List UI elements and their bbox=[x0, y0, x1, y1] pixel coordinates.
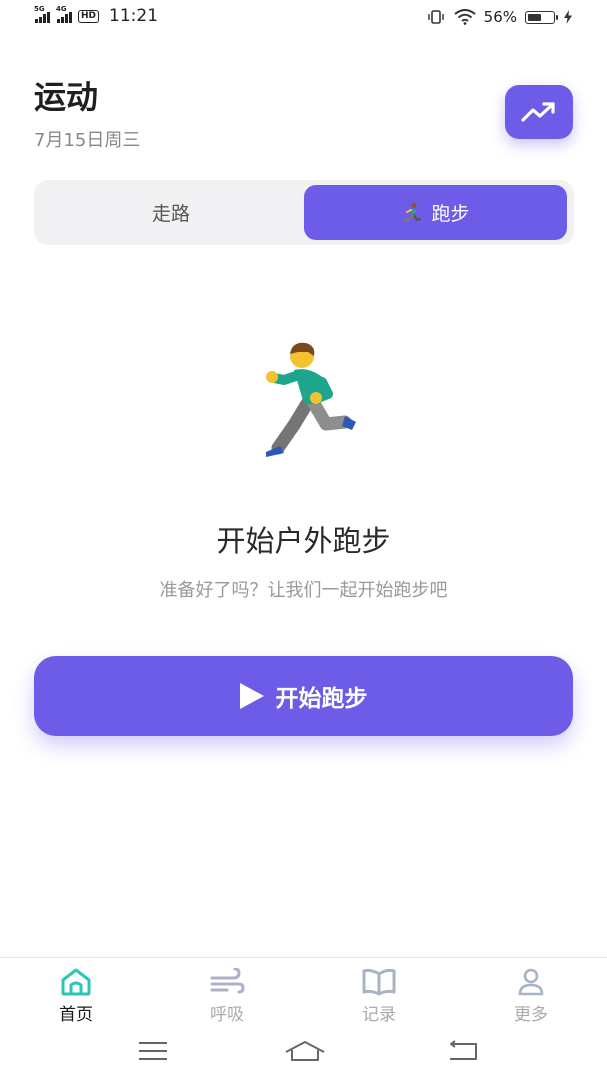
start-run-button[interactable]: 开始跑步 bbox=[34, 656, 573, 736]
nav-label-more: 更多 bbox=[514, 1005, 548, 1025]
trend-button[interactable] bbox=[505, 85, 573, 139]
trending-up-icon bbox=[521, 102, 555, 122]
battery-level-fill bbox=[528, 13, 541, 21]
wind-icon bbox=[210, 968, 245, 994]
nav-label-breath: 呼吸 bbox=[210, 1005, 244, 1025]
nav-item-records[interactable]: 记录 bbox=[319, 968, 439, 1025]
tab-walk-label: 走路 bbox=[151, 203, 190, 225]
page-date: 7月15日周三 bbox=[34, 130, 141, 151]
nav-item-home[interactable]: 首页 bbox=[16, 968, 136, 1025]
play-icon bbox=[239, 683, 264, 709]
signal-4g-icon: 4G bbox=[56, 5, 72, 23]
hd-badge: HD bbox=[78, 9, 100, 23]
nav-label-home: 首页 bbox=[59, 1005, 93, 1025]
battery-percent: 56% bbox=[483, 8, 517, 26]
battery-icon bbox=[525, 10, 558, 24]
home-icon bbox=[61, 968, 91, 996]
status-left: 5G 4G HD 11:21 bbox=[34, 5, 159, 26]
status-time: 11:21 bbox=[109, 6, 159, 26]
menu-icon[interactable] bbox=[138, 1040, 168, 1062]
running-man-small-icon bbox=[403, 202, 422, 221]
tab-run[interactable]: 跑步 bbox=[304, 185, 567, 240]
charging-icon bbox=[564, 10, 572, 24]
nav-label-records: 记录 bbox=[362, 1005, 396, 1025]
nav-item-breath[interactable]: 呼吸 bbox=[167, 968, 287, 1025]
back-key-icon[interactable] bbox=[446, 1040, 478, 1062]
tab-run-label: 跑步 bbox=[431, 203, 470, 225]
page-title: 运动 bbox=[34, 78, 99, 116]
signal-5g-icon: 5G bbox=[34, 5, 50, 23]
running-man-icon bbox=[266, 342, 356, 457]
wifi-icon bbox=[454, 9, 476, 25]
status-bar: 5G 4G HD 11:21 56% bbox=[0, 0, 607, 38]
home-key-icon[interactable] bbox=[284, 1040, 326, 1062]
tab-walk[interactable]: 走路 bbox=[39, 185, 303, 240]
vibrate-icon bbox=[427, 10, 444, 24]
mode-toggle: 走路 跑步 bbox=[34, 180, 574, 245]
system-nav-bar bbox=[0, 1030, 607, 1080]
nav-item-more[interactable]: 更多 bbox=[471, 968, 591, 1025]
bottom-nav: 首页 呼吸 记录 更多 bbox=[0, 957, 607, 1028]
status-right: 56% bbox=[426, 8, 573, 26]
start-run-label: 开始跑步 bbox=[275, 686, 368, 712]
user-icon bbox=[518, 968, 544, 996]
book-icon bbox=[362, 968, 396, 996]
main-subtitle: 准备好了吗？让我们一起开始跑步吧 bbox=[159, 580, 448, 601]
main-headline: 开始户外跑步 bbox=[216, 524, 391, 558]
